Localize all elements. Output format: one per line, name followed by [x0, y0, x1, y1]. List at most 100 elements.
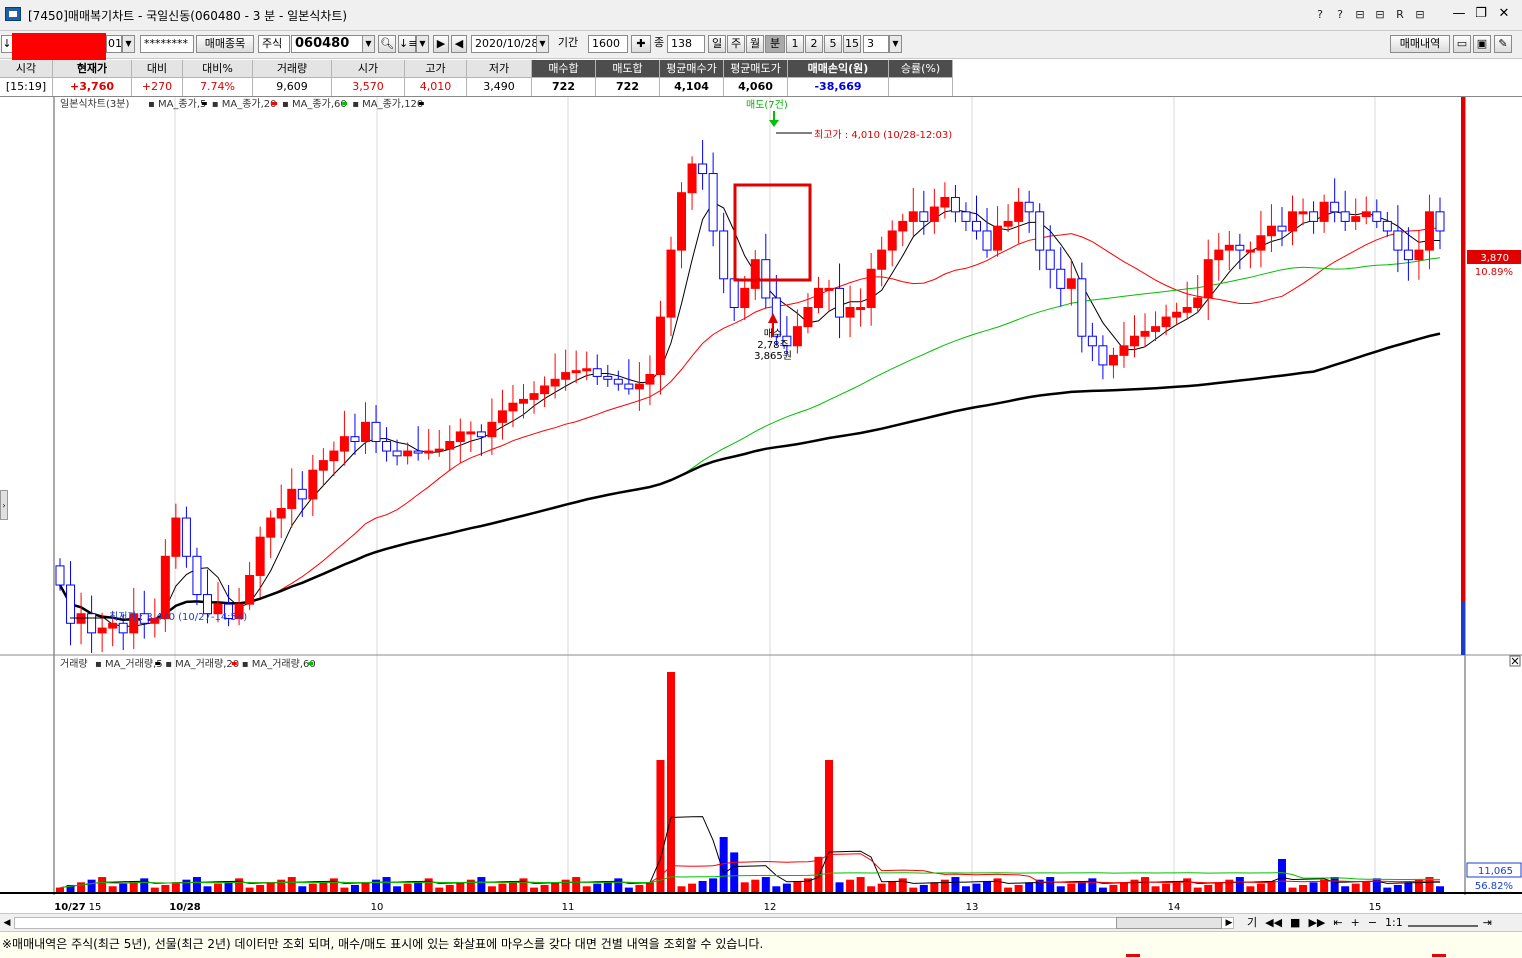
period-input[interactable]: 1600	[588, 35, 628, 53]
timeframe-minute[interactable]: 분	[765, 35, 785, 53]
candle	[1098, 345, 1108, 366]
close-volume-panel-icon[interactable]	[1509, 655, 1521, 667]
sort-dropdown-icon[interactable]: ▼	[416, 35, 429, 53]
legend-item-2: ▪ MA_종가,60	[282, 98, 347, 110]
nav-base-button[interactable]: 기	[1244, 915, 1260, 931]
timeframe-5[interactable]: 5	[824, 35, 842, 53]
custom-minute-dropdown-icon[interactable]: ▼	[889, 35, 902, 53]
stock-code-input[interactable]: 060480	[291, 35, 363, 53]
value-open: 3,570	[332, 78, 405, 96]
candle	[1235, 244, 1245, 251]
header-win-rate: 승률(%)	[889, 60, 953, 78]
candle	[1330, 201, 1340, 213]
side-expand-button[interactable]: ›	[0, 490, 8, 520]
candle	[971, 220, 981, 232]
sort-icon[interactable]: ↓≡	[398, 35, 417, 53]
fast-forward-icon[interactable]: ▶▶	[1305, 915, 1328, 931]
trade-symbol-button[interactable]: 매매종목	[196, 35, 254, 53]
settings-icon[interactable]: ⊟	[1414, 8, 1426, 21]
volume-bar	[593, 883, 602, 892]
legend-item-3: ▪ MA_종가,120	[352, 98, 423, 110]
timeframe-2[interactable]: 2	[805, 35, 823, 53]
candle	[519, 398, 529, 404]
timeframe-15[interactable]: 15	[843, 35, 861, 53]
price-panel-label: 일본식차트(3분)	[60, 98, 129, 110]
volume-bar	[298, 886, 307, 892]
timeframe-month[interactable]: 월	[746, 35, 764, 53]
candle	[371, 421, 381, 442]
scroll-track[interactable]	[14, 917, 1234, 929]
market-type-select[interactable]: 주식	[258, 35, 290, 53]
candle	[318, 460, 328, 471]
panel-icon[interactable]: ⊟	[1354, 8, 1366, 21]
stop-icon[interactable]: ■	[1287, 915, 1303, 931]
chart-area[interactable]: 일본식차트(3분) ▪ MA_종가,5 ▪ MA_종가,20 ▪ MA_종가,60 ▪…	[0, 97, 1522, 913]
date-picker-icon[interactable]: ▼	[536, 35, 549, 53]
candle	[392, 450, 402, 457]
open-folder-icon[interactable]: ▭	[1453, 35, 1471, 53]
help-icon[interactable]: ?	[1314, 8, 1326, 21]
fit-left-icon[interactable]: ⇤	[1330, 915, 1345, 931]
price-legend: ▪ MA_종가,5 ▪ MA_종가,20 ▪ MA_종가,60 ▪ MA_종가,120	[148, 98, 424, 110]
zoom-reset-button[interactable]: 1:1	[1382, 915, 1406, 931]
volume-bar	[530, 887, 539, 892]
candle	[1256, 235, 1266, 251]
scroll-right-icon[interactable]: ▶	[1223, 916, 1235, 930]
candle	[1066, 278, 1076, 289]
candle	[750, 259, 760, 289]
play-forward-icon[interactable]: ▶	[433, 35, 449, 53]
tools-icon[interactable]: ✎	[1494, 35, 1512, 53]
timeframe-1[interactable]: 1	[786, 35, 804, 53]
value-buy-total: 722	[532, 78, 596, 96]
timeframe-week[interactable]: 주	[727, 35, 745, 53]
custom-minute-input[interactable]: 3	[863, 35, 889, 53]
account-field[interactable]: 01	[106, 35, 122, 53]
candle	[877, 249, 887, 270]
candle	[729, 278, 739, 309]
password-field[interactable]: ********	[140, 35, 194, 53]
zoom-slider[interactable]	[1407, 917, 1478, 927]
chart-scrollbar[interactable]: ◀ ▶ 기 ◀◀ ■ ▶▶ ⇤ + − 1:1 ⇥	[0, 913, 1522, 932]
x-axis-label-5: 12	[764, 902, 777, 913]
zoom-in-icon[interactable]: +	[1348, 915, 1363, 931]
stock-code-dropdown-icon[interactable]: ▼	[362, 35, 375, 53]
volume-bar	[561, 879, 570, 892]
volume-bar	[1235, 877, 1244, 892]
value-change: +270	[132, 78, 183, 96]
zoom-out-icon[interactable]: −	[1365, 915, 1380, 931]
crosshair-icon[interactable]: ✚	[631, 35, 651, 53]
volume-bar	[1246, 886, 1255, 892]
question-icon[interactable]: ?	[1334, 8, 1346, 21]
volume-bar	[498, 883, 507, 892]
refresh-icon[interactable]: R	[1394, 8, 1406, 21]
candle	[634, 383, 644, 390]
candle	[1014, 201, 1024, 222]
candle	[624, 383, 634, 390]
fit-right-icon[interactable]: ⇥	[1480, 915, 1495, 931]
timeframe-day[interactable]: 일	[708, 35, 726, 53]
scroll-thumb[interactable]	[1116, 917, 1222, 929]
volume-bar	[287, 877, 296, 892]
save-icon[interactable]: ▣	[1473, 35, 1491, 53]
volume-bar	[150, 887, 159, 892]
trade-history-button[interactable]: 매매내역	[1390, 35, 1450, 53]
minimize-button[interactable]: —	[1450, 5, 1468, 23]
account-dropdown-icon[interactable]: ▼	[122, 35, 135, 53]
date-input[interactable]: 2020/10/28	[471, 35, 537, 53]
close-button[interactable]: ✕	[1495, 5, 1513, 23]
volume-bar	[1204, 884, 1213, 892]
candle	[993, 225, 1003, 251]
rewind-icon[interactable]: ◀◀	[1262, 915, 1285, 931]
candle	[55, 565, 65, 586]
title-bar: [7450]매매복기차트 - 국일신동(060480 - 3 분 - 일본식차트…	[0, 0, 1522, 31]
count-input[interactable]: 138	[667, 35, 705, 53]
play-back-icon[interactable]: ◀	[451, 35, 467, 53]
search-icon[interactable]: 🔍︎	[378, 35, 396, 53]
candle	[1393, 230, 1403, 251]
scroll-left-icon[interactable]: ◀	[1, 916, 13, 930]
volume-bar	[825, 760, 834, 892]
candle	[1119, 345, 1129, 356]
layout-icon[interactable]: ⊟	[1374, 8, 1386, 21]
volume-bar	[424, 878, 433, 892]
restore-button[interactable]: ❐	[1472, 5, 1490, 23]
